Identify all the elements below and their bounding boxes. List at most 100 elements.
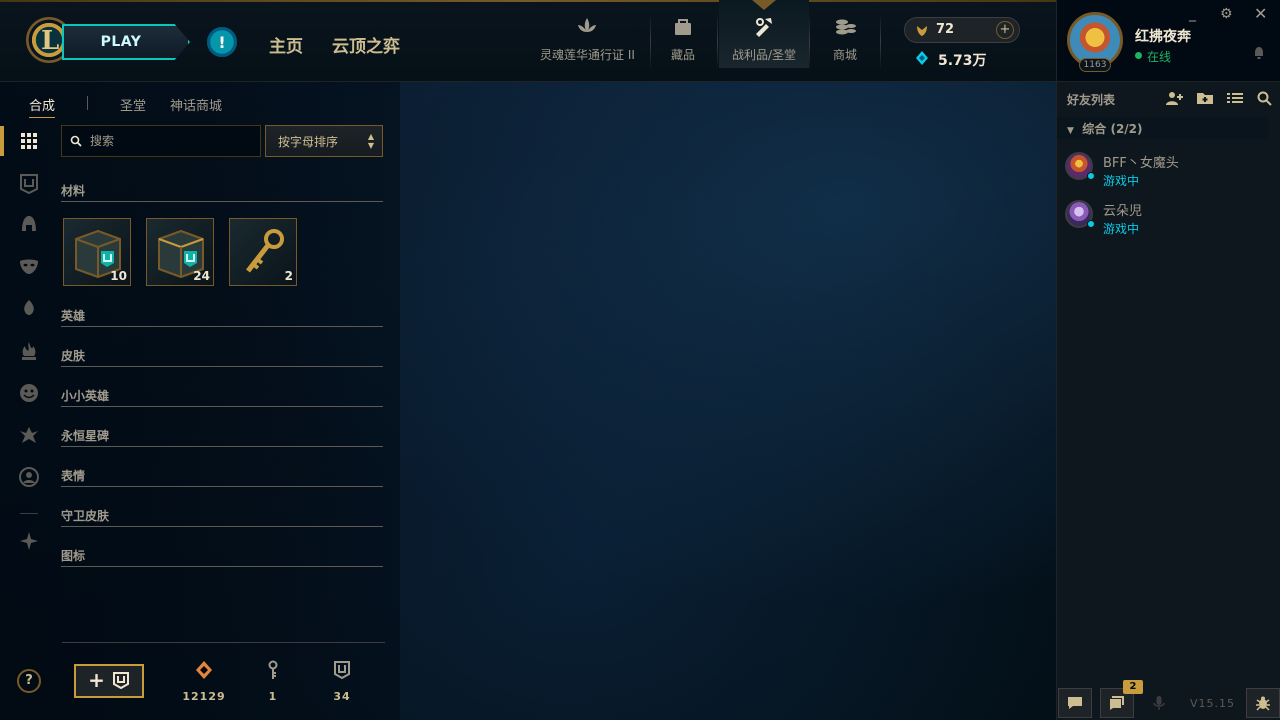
category-label: 图标 (61, 549, 86, 563)
friend-name: BFF丶女魔头 (1103, 156, 1179, 171)
loot-icon (756, 18, 772, 37)
alert-button[interactable]: ! (207, 27, 237, 57)
category-label: 守卫皮肤 (61, 509, 110, 523)
blue-essence-amount: 72 (936, 22, 955, 37)
nav-divider (809, 14, 810, 70)
search-icon[interactable] (1256, 90, 1274, 106)
play-button[interactable]: PLAY (62, 24, 190, 60)
loot-count: 24 (193, 269, 210, 283)
minimize-icon[interactable]: _ (1189, 6, 1196, 22)
friend-status: 游戏中 (1103, 222, 1140, 236)
collection-icon (675, 19, 691, 35)
nav-store-label: 商城 (832, 48, 857, 62)
chests-stat: 34 (312, 660, 372, 703)
nav-divider (650, 14, 651, 70)
loot-item-masterwork-chest[interactable]: 24 (146, 218, 214, 286)
chevron-down-icon: ▼ (1067, 126, 1074, 136)
skin-mask-icon[interactable] (18, 255, 40, 277)
chest-icon (112, 672, 129, 690)
category-emotes[interactable]: 表情 (61, 467, 383, 487)
loot-item-hextech-chest[interactable]: 10 (63, 218, 131, 286)
friend-item[interactable]: 云朵児 游戏中 (1057, 196, 1280, 242)
key-icon (268, 660, 278, 679)
bug-icon (1256, 696, 1270, 711)
orange-essence-icon (196, 661, 212, 679)
grid-icon[interactable] (18, 130, 40, 152)
online-status-dot (1135, 52, 1142, 59)
lotus-icon (578, 18, 597, 32)
craft-chest-button[interactable]: + (74, 664, 144, 698)
summoner-status[interactable]: 在线 (1147, 48, 1171, 65)
summoner-name[interactable]: 红拂夜奔 (1135, 26, 1191, 46)
notification-bell-icon[interactable] (1253, 46, 1265, 60)
tab-craft[interactable]: 合成 (29, 95, 56, 118)
loot-count: 2 (284, 269, 293, 283)
nav-divider (880, 14, 881, 70)
category-label: 皮肤 (61, 349, 86, 363)
category-label: 材料 (61, 184, 86, 198)
bottom-divider (62, 642, 385, 643)
category-icons[interactable]: 图标 (61, 547, 383, 567)
list-view-icon[interactable] (1226, 90, 1244, 106)
nav-pass[interactable]: 灵魂莲华通行证 II (540, 14, 635, 82)
in-game-status-dot (1087, 220, 1095, 228)
category-label: 小小英雄 (61, 389, 110, 403)
orange-essence-stat: 12129 (174, 660, 234, 703)
champion-helmet-icon[interactable] (18, 213, 40, 235)
bug-report-button[interactable] (1246, 688, 1280, 718)
friend-status: 游戏中 (1103, 174, 1140, 188)
nav-tft[interactable]: 云顶之弈 (332, 32, 400, 57)
add-friend-icon[interactable] (1165, 90, 1183, 106)
loot-count: 10 (110, 269, 127, 283)
add-folder-icon[interactable] (1196, 90, 1214, 106)
loot-item-hextech-key[interactable]: 2 (229, 218, 297, 286)
category-tacticians[interactable]: 小小英雄 (61, 387, 383, 407)
category-label: 英雄 (61, 309, 86, 323)
ward-icon[interactable] (18, 297, 40, 319)
category-ward-skins[interactable]: 守卫皮肤 (61, 507, 383, 527)
nav-loot-label: 战利品/圣堂 (731, 48, 797, 62)
profile-icon-filter[interactable] (18, 466, 40, 488)
category-label: 永恒星碑 (61, 429, 110, 443)
tactician-icon[interactable] (18, 340, 40, 362)
rail-divider (20, 513, 38, 514)
notification-badge: 2 (1123, 680, 1143, 694)
category-skins[interactable]: 皮肤 (61, 347, 383, 367)
settings-gear-icon[interactable]: ⚙ (1220, 6, 1233, 22)
friend-name: 云朵児 (1103, 204, 1143, 219)
sort-arrows-icon: ▲ ▼ (367, 132, 374, 150)
category-eternals[interactable]: 永恒星碑 (61, 427, 383, 447)
nav-store[interactable]: 商城 (832, 14, 858, 82)
in-game-status-dot (1087, 172, 1095, 180)
buy-currency-button[interactable]: + (996, 21, 1014, 39)
close-icon[interactable]: ✕ (1254, 4, 1267, 23)
chests-amount: 34 (333, 690, 351, 703)
orange-essence-amount: 12129 (182, 690, 226, 703)
chat-bubble-icon (1068, 697, 1082, 709)
nav-home[interactable]: 主页 (269, 32, 303, 57)
eternals-icon[interactable] (18, 424, 40, 446)
help-button[interactable]: ? (17, 669, 41, 693)
craft-plus-label: + (88, 668, 105, 692)
category-champions[interactable]: 英雄 (61, 307, 383, 327)
chest-filter-icon[interactable] (18, 172, 40, 194)
search-box[interactable] (61, 125, 261, 157)
category-materials[interactable]: 材料 (61, 182, 383, 202)
disenchant-icon[interactable] (18, 530, 40, 552)
search-input[interactable] (90, 134, 250, 148)
voice-button[interactable] (1142, 688, 1176, 718)
nav-collection-label: 藏品 (670, 48, 695, 62)
nav-collection[interactable]: 藏品 (670, 14, 696, 82)
friend-group-header[interactable]: ▼ 综合 (2/2) (1057, 117, 1269, 139)
tab-mythic-shop[interactable]: 神话商城 (170, 95, 222, 114)
friend-item[interactable]: BFF丶女魔头 游戏中 (1057, 148, 1280, 194)
tab-sanctum[interactable]: 圣堂 (120, 95, 146, 114)
store-icon (836, 19, 856, 35)
subtab-divider (87, 96, 88, 110)
search-icon (70, 135, 82, 147)
group-label: 综合 (2/2) (1082, 122, 1143, 136)
sort-dropdown[interactable]: 按字母排序 ▲ ▼ (265, 125, 383, 157)
chat-button[interactable] (1058, 688, 1092, 718)
emote-icon[interactable] (18, 382, 40, 404)
nav-divider (717, 14, 718, 70)
